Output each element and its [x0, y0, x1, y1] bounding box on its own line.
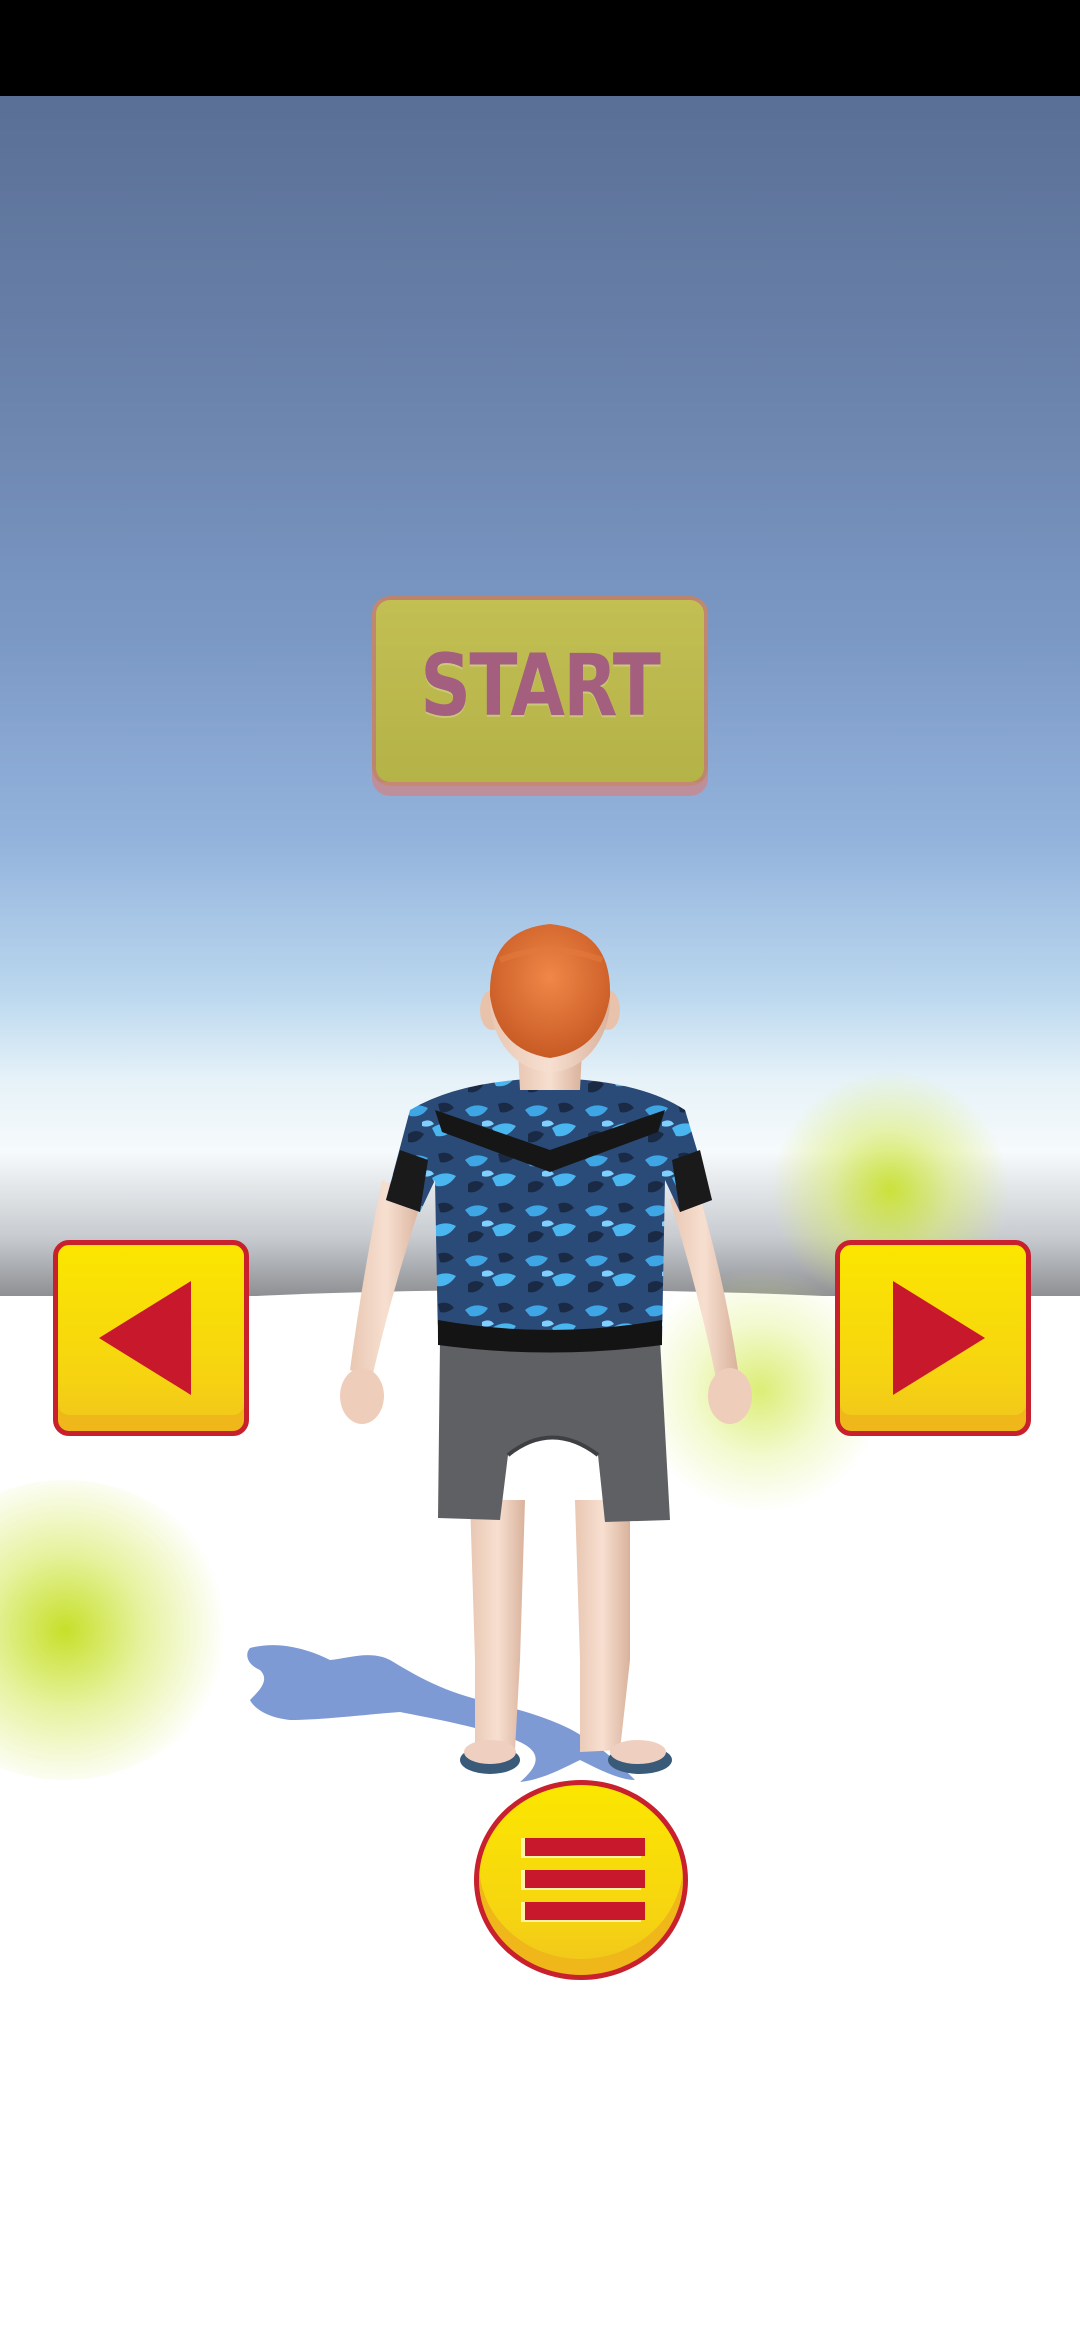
triangle-left-icon: [99, 1281, 191, 1395]
player-character: [340, 924, 752, 1774]
move-right-button[interactable]: [835, 1240, 1031, 1436]
move-left-button[interactable]: [53, 1240, 249, 1436]
start-button[interactable]: START: [372, 596, 708, 786]
menu-button[interactable]: [474, 1780, 688, 1980]
status-bar: [0, 0, 1080, 96]
triangle-right-icon: [893, 1281, 985, 1395]
hamburger-menu-icon: [521, 1838, 645, 1922]
start-button-label: START: [420, 636, 661, 736]
game-screen: START: [0, 0, 1080, 2340]
